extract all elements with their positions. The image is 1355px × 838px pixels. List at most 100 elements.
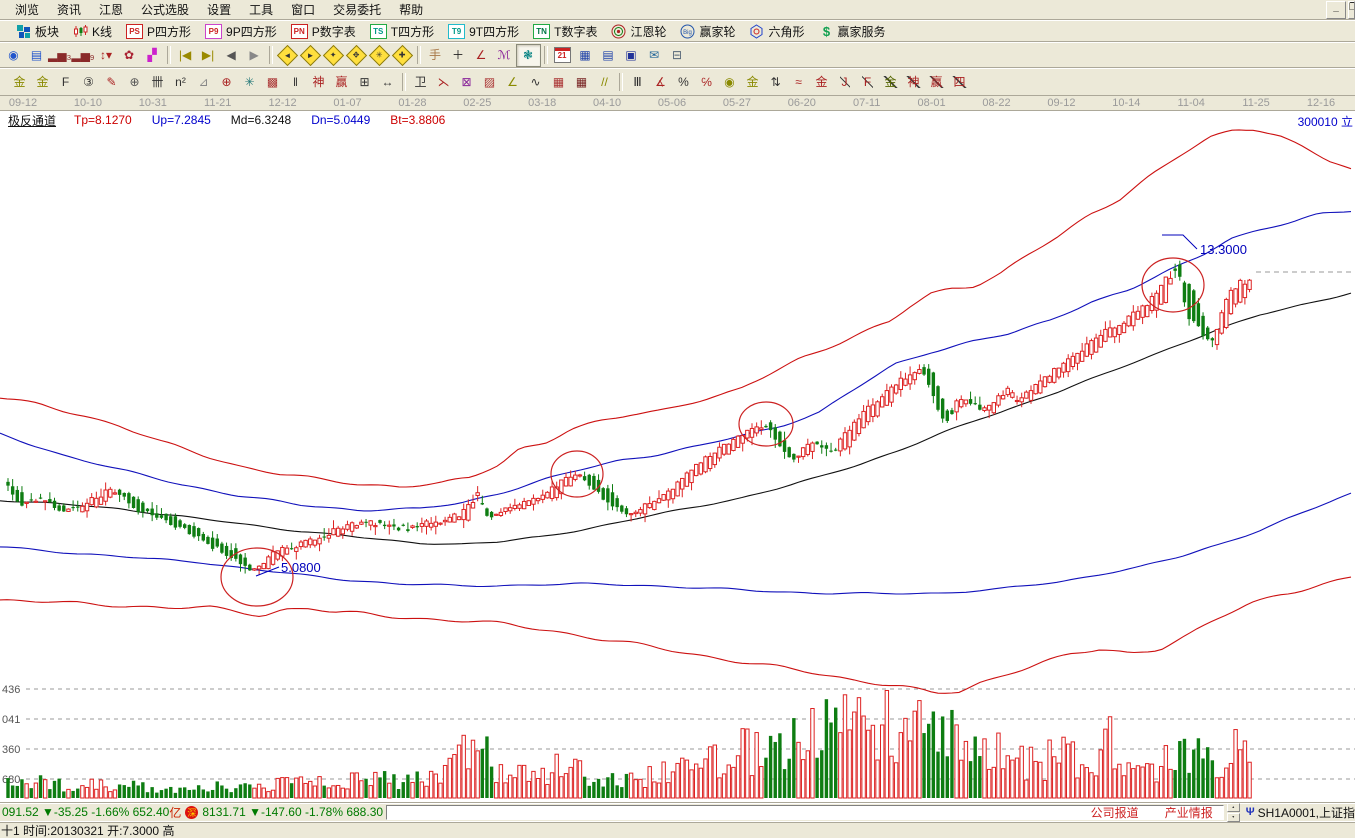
spin-up-button[interactable]: ▴ [1227,803,1240,812]
chart9-icon[interactable]: ▂▅₉ [71,45,94,66]
report-icon[interactable]: ▤ [25,45,48,66]
angle-lines-icon[interactable]: ∠ [501,72,524,93]
brain-icon[interactable]: ❃ [516,44,541,67]
hexagon-button[interactable]: 六角形 [743,22,810,41]
diamond-left-icon[interactable]: ◄ [276,45,299,66]
tick-ruler-icon[interactable]: 卌 [146,72,169,93]
minimize-button[interactable]: _ [1326,1,1346,19]
angle-icon[interactable]: ∠ [470,45,493,66]
wei-tool-icon[interactable]: 卫 [409,72,432,93]
winner-wheel-button[interactable]: Big赢家轮 [674,22,741,41]
restore-button[interactable]: ❐ [1348,1,1355,19]
ticker-spinner[interactable]: ▴ ▾ [1227,803,1240,822]
grid-red-icon[interactable]: ▦ [547,72,570,93]
winner-service-button[interactable]: $赢家服务 [813,22,892,41]
prev-icon[interactable]: ◀ [220,45,243,66]
next-icon[interactable]: ▶ [243,45,266,66]
gold-circle-icon[interactable]: ◉ [718,72,741,93]
gold-line-icon[interactable]: 金 [741,72,764,93]
diamond-cross-icon[interactable]: ✥ [345,45,368,66]
menu-item-2[interactable]: 江恩 [90,0,132,20]
shen-ruler-icon[interactable]: 神 [307,72,330,93]
t-square-button[interactable]: TST四方形 [364,22,440,41]
mail-icon[interactable]: ✉ [643,45,666,66]
four-angle-icon[interactable]: 四 [948,72,971,93]
diamond-right-icon[interactable]: ► [299,45,322,66]
clipped-icon[interactable]: ◉ [2,45,25,66]
circle-ruler-icon[interactable]: ⊕ [123,72,146,93]
ruler-123-icon[interactable]: ⊞ [353,72,376,93]
chart3-icon[interactable]: ▂▅₃ [48,45,71,66]
ying-ruler-icon[interactable]: 赢 [330,72,353,93]
j-angle-icon[interactable]: J [833,72,856,93]
9t-square-button[interactable]: T99T四方形 [442,22,525,41]
chart-area[interactable]: 极反通道 Tp=8.1270Up=7.2845Md=6.3248Dn=5.044… [0,111,1355,802]
gold-red-icon[interactable]: 金 [810,72,833,93]
slash-lines-icon[interactable]: // [593,72,616,93]
grid-dark-icon[interactable]: ▦ [570,72,593,93]
calendar-icon[interactable]: 21 [551,45,574,66]
menu-item-6[interactable]: 窗口 [282,0,324,20]
candle-period-icon[interactable]: ↕▾ [95,45,118,66]
hand-icon[interactable]: 手 [424,45,447,66]
diamond-plus-icon[interactable]: ✚ [391,45,414,66]
kline-button[interactable]: K线 [67,22,118,41]
calculator-icon[interactable]: ▦ [574,45,597,66]
fan-box-purple-icon[interactable]: ⊠ [455,72,478,93]
menu-item-5[interactable]: 工具 [240,0,282,20]
gold-angle-icon[interactable]: 金 [879,72,902,93]
circle-cross-icon[interactable]: ⊕ [215,72,238,93]
info-ticker-box[interactable]: 公司报道 产业情报 [386,805,1224,820]
first-icon[interactable]: |◀ [174,45,197,66]
double-bar-icon[interactable]: ǁ [284,72,307,93]
9p-square-button[interactable]: P99P四方形 [199,22,283,41]
pen-ruler-icon[interactable]: ✎ [100,72,123,93]
spin-down-button[interactable]: ▾ [1227,813,1240,822]
industry-intel-link[interactable]: 产业情报 [1165,805,1213,820]
main-kline-chart[interactable]: 43604136068013.30005.0800 [0,112,1355,802]
p-table-button[interactable]: PNP数字表 [285,22,362,41]
gann-tool-icon[interactable]: ℳ [493,45,516,66]
company-report-link[interactable]: 公司报道 [1091,805,1139,820]
diamond-updown-icon[interactable]: ✦ [322,45,345,66]
blocks-button[interactable]: 板块 [10,22,65,41]
gann-wheel-button[interactable]: 江恩轮 [605,22,672,41]
menu-item-4[interactable]: 设置 [198,0,240,20]
three-ruler-icon[interactable]: ③ [77,72,100,93]
diamond-star-icon[interactable]: ✳ [368,45,391,66]
gold-ruler-1-icon[interactable]: 金 [8,72,31,93]
crosshair-icon[interactable]: ＋ [447,45,470,66]
mirror-angle-icon[interactable]: ⊿ [192,72,215,93]
save-icon[interactable]: ▣ [620,45,643,66]
p-square-button[interactable]: PSP四方形 [120,22,197,41]
web-grid-icon[interactable]: ▩ [261,72,284,93]
ying-angle-icon[interactable]: 赢 [925,72,948,93]
last-icon[interactable]: ▶| [197,45,220,66]
angle-percent-icon[interactable]: ∡ [649,72,672,93]
fan-lines-icon[interactable]: ⋋ [432,72,455,93]
knot-icon[interactable]: ✿ [118,45,141,66]
width-ruler-icon[interactable]: ↔ [376,72,399,93]
updown-tool-icon[interactable]: ⇅ [764,72,787,93]
f-ruler-icon[interactable]: F [54,72,77,93]
f-angle-icon[interactable]: F [856,72,879,93]
print-icon[interactable]: ⊟ [666,45,689,66]
gold-ruler-2-icon[interactable]: 金 [31,72,54,93]
histogram-icon[interactable]: ▞ [141,45,164,66]
menu-item-3[interactable]: 公式选股 [132,0,198,20]
star-web-icon[interactable]: ✳ [238,72,261,93]
bars-tool-icon[interactable]: Ⅲ [626,72,649,93]
menu-item-8[interactable]: 帮助 [390,0,432,20]
menu-item-7[interactable]: 交易委托 [324,0,390,20]
percent-icon[interactable]: % [672,72,695,93]
fan-box-red-icon[interactable]: ▨ [478,72,501,93]
percent-line-icon[interactable]: ℅ [695,72,718,93]
t-table-button[interactable]: TNT数字表 [527,22,603,41]
wave-icon[interactable]: ∿ [524,72,547,93]
swing-tool-icon[interactable]: ≈ [787,72,810,93]
menu-item-1[interactable]: 资讯 [48,0,90,20]
n2-ruler-icon[interactable]: n² [169,72,192,93]
shen-angle-icon[interactable]: 神 [902,72,925,93]
notepad-icon[interactable]: ▤ [597,45,620,66]
menu-item-0[interactable]: 浏览 [6,0,48,20]
